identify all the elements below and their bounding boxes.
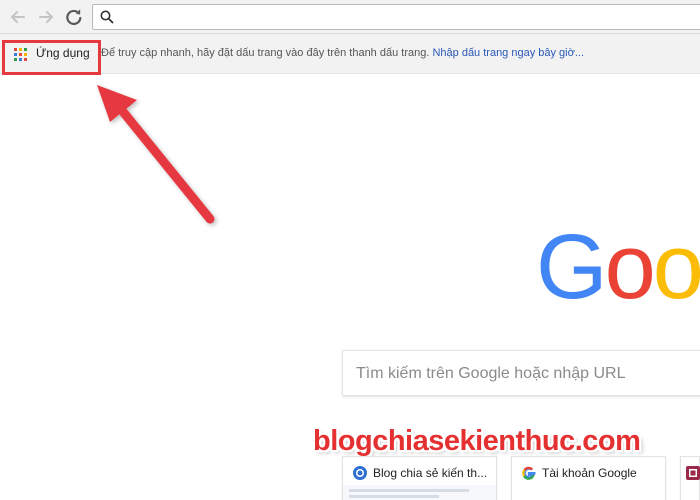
tile-title: Tài khoản Google	[542, 466, 637, 480]
google-logo: Goo	[536, 212, 700, 322]
address-bar[interactable]	[92, 4, 700, 30]
most-visited-tile[interactable]: Tài khoản Google	[511, 456, 666, 500]
logo-letter-o2: o	[652, 216, 700, 318]
tile-thumbnail	[343, 485, 496, 500]
reload-icon[interactable]	[62, 5, 86, 29]
highlight-box	[2, 40, 101, 75]
most-visited-tile[interactable]: Blog chia sẻ kiến th...	[342, 456, 497, 500]
browser-toolbar	[0, 0, 700, 34]
site-favicon	[686, 466, 700, 480]
browser-window: Ứng dụng Để truy cập nhanh, hãy đặt dấu …	[0, 0, 700, 500]
bookmarks-hint-text: Để truy cập nhanh, hãy đặt dấu trang vào…	[101, 47, 430, 59]
search-icon	[100, 10, 114, 24]
bookmarks-hint: Để truy cập nhanh, hãy đặt dấu trang vào…	[101, 47, 584, 59]
forward-arrow-icon[interactable]	[34, 5, 58, 29]
watermark: blogchiasekienthuc.com	[313, 425, 641, 457]
most-visited-tile[interactable]	[680, 456, 700, 500]
import-bookmarks-link[interactable]: Nhập dấu trang ngay bây giờ...	[432, 47, 584, 59]
logo-letter-g: G	[536, 216, 608, 318]
back-arrow-icon[interactable]	[6, 5, 30, 29]
new-tab-search-box[interactable]: Tìm kiếm trên Google hoặc nhập URL	[342, 350, 700, 396]
google-g-icon	[522, 466, 536, 480]
search-placeholder: Tìm kiếm trên Google hoặc nhập URL	[356, 365, 626, 382]
tile-title: Blog chia sẻ kiến th...	[373, 466, 488, 480]
blog-favicon	[353, 466, 367, 480]
bookmarks-bar: Ứng dụng Để truy cập nhanh, hãy đặt dấu …	[0, 34, 700, 74]
logo-letter-o1: o	[604, 216, 656, 318]
